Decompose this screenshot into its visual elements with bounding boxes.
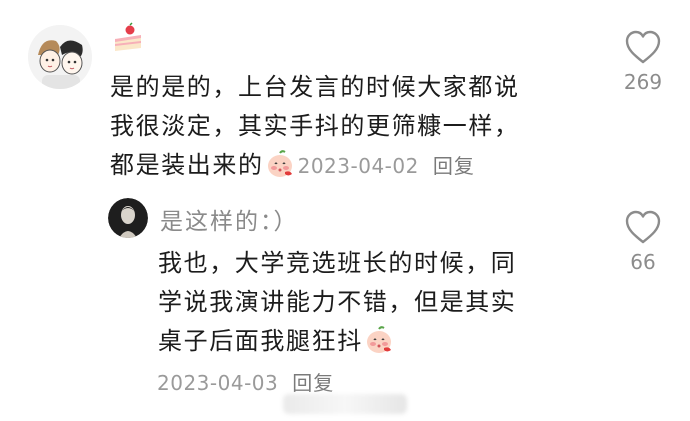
comment-text-line-last: 都是装出来的 2023-04-02 回复	[110, 146, 610, 186]
reply-button[interactable]: 回复	[292, 371, 334, 395]
reply-text-line: 学说我演讲能力不错，但是其实	[158, 288, 517, 316]
cake-sticker-icon	[112, 22, 144, 54]
shy-peach-emoji-icon	[266, 150, 294, 178]
reply-like[interactable]: 66	[613, 210, 673, 274]
heart-icon[interactable]	[624, 30, 662, 64]
shy-peach-emoji-icon	[365, 326, 393, 354]
dark-portrait-avatar-icon	[108, 198, 148, 238]
reply-text-line-last: 桌子后面我腿狂抖	[158, 322, 578, 361]
comment-like[interactable]: 269	[613, 30, 673, 94]
reply-date: 2023-04-03	[157, 371, 279, 395]
reply-button[interactable]: 回复	[433, 154, 475, 178]
reply-text-line: 我也，大学竞选班长的时候，同	[158, 249, 517, 277]
like-count: 269	[623, 70, 663, 94]
comment-text-line: 我很淡定，其实手抖的更筛糠一样，	[110, 112, 520, 140]
comment-text-line: 都是装出来的	[110, 151, 264, 179]
reply-avatar[interactable]	[108, 198, 148, 238]
reply-author-name[interactable]: 是这样的：）	[160, 202, 299, 236]
reply-body: 我也，大学竞选班长的时候，同 学说我演讲能力不错，但是其实 桌子后面我腿狂抖	[158, 244, 578, 361]
blurred-overlay	[283, 394, 407, 414]
comment-body: 是的是的，上台发言的时候大家都说 我很淡定，其实手抖的更筛糠一样， 都是装出来的…	[110, 68, 610, 186]
like-count: 66	[630, 250, 656, 274]
commenter-avatar[interactable]	[28, 25, 92, 89]
comment-text-line: 是的是的，上台发言的时候大家都说	[110, 73, 520, 101]
heart-icon[interactable]	[624, 210, 662, 244]
reply-text-line: 桌子后面我腿狂抖	[158, 327, 363, 355]
comment-date: 2023-04-02	[297, 154, 419, 178]
reply-meta: 2023-04-03 回复	[157, 367, 334, 396]
cartoon-couple-avatar-icon	[28, 25, 92, 89]
